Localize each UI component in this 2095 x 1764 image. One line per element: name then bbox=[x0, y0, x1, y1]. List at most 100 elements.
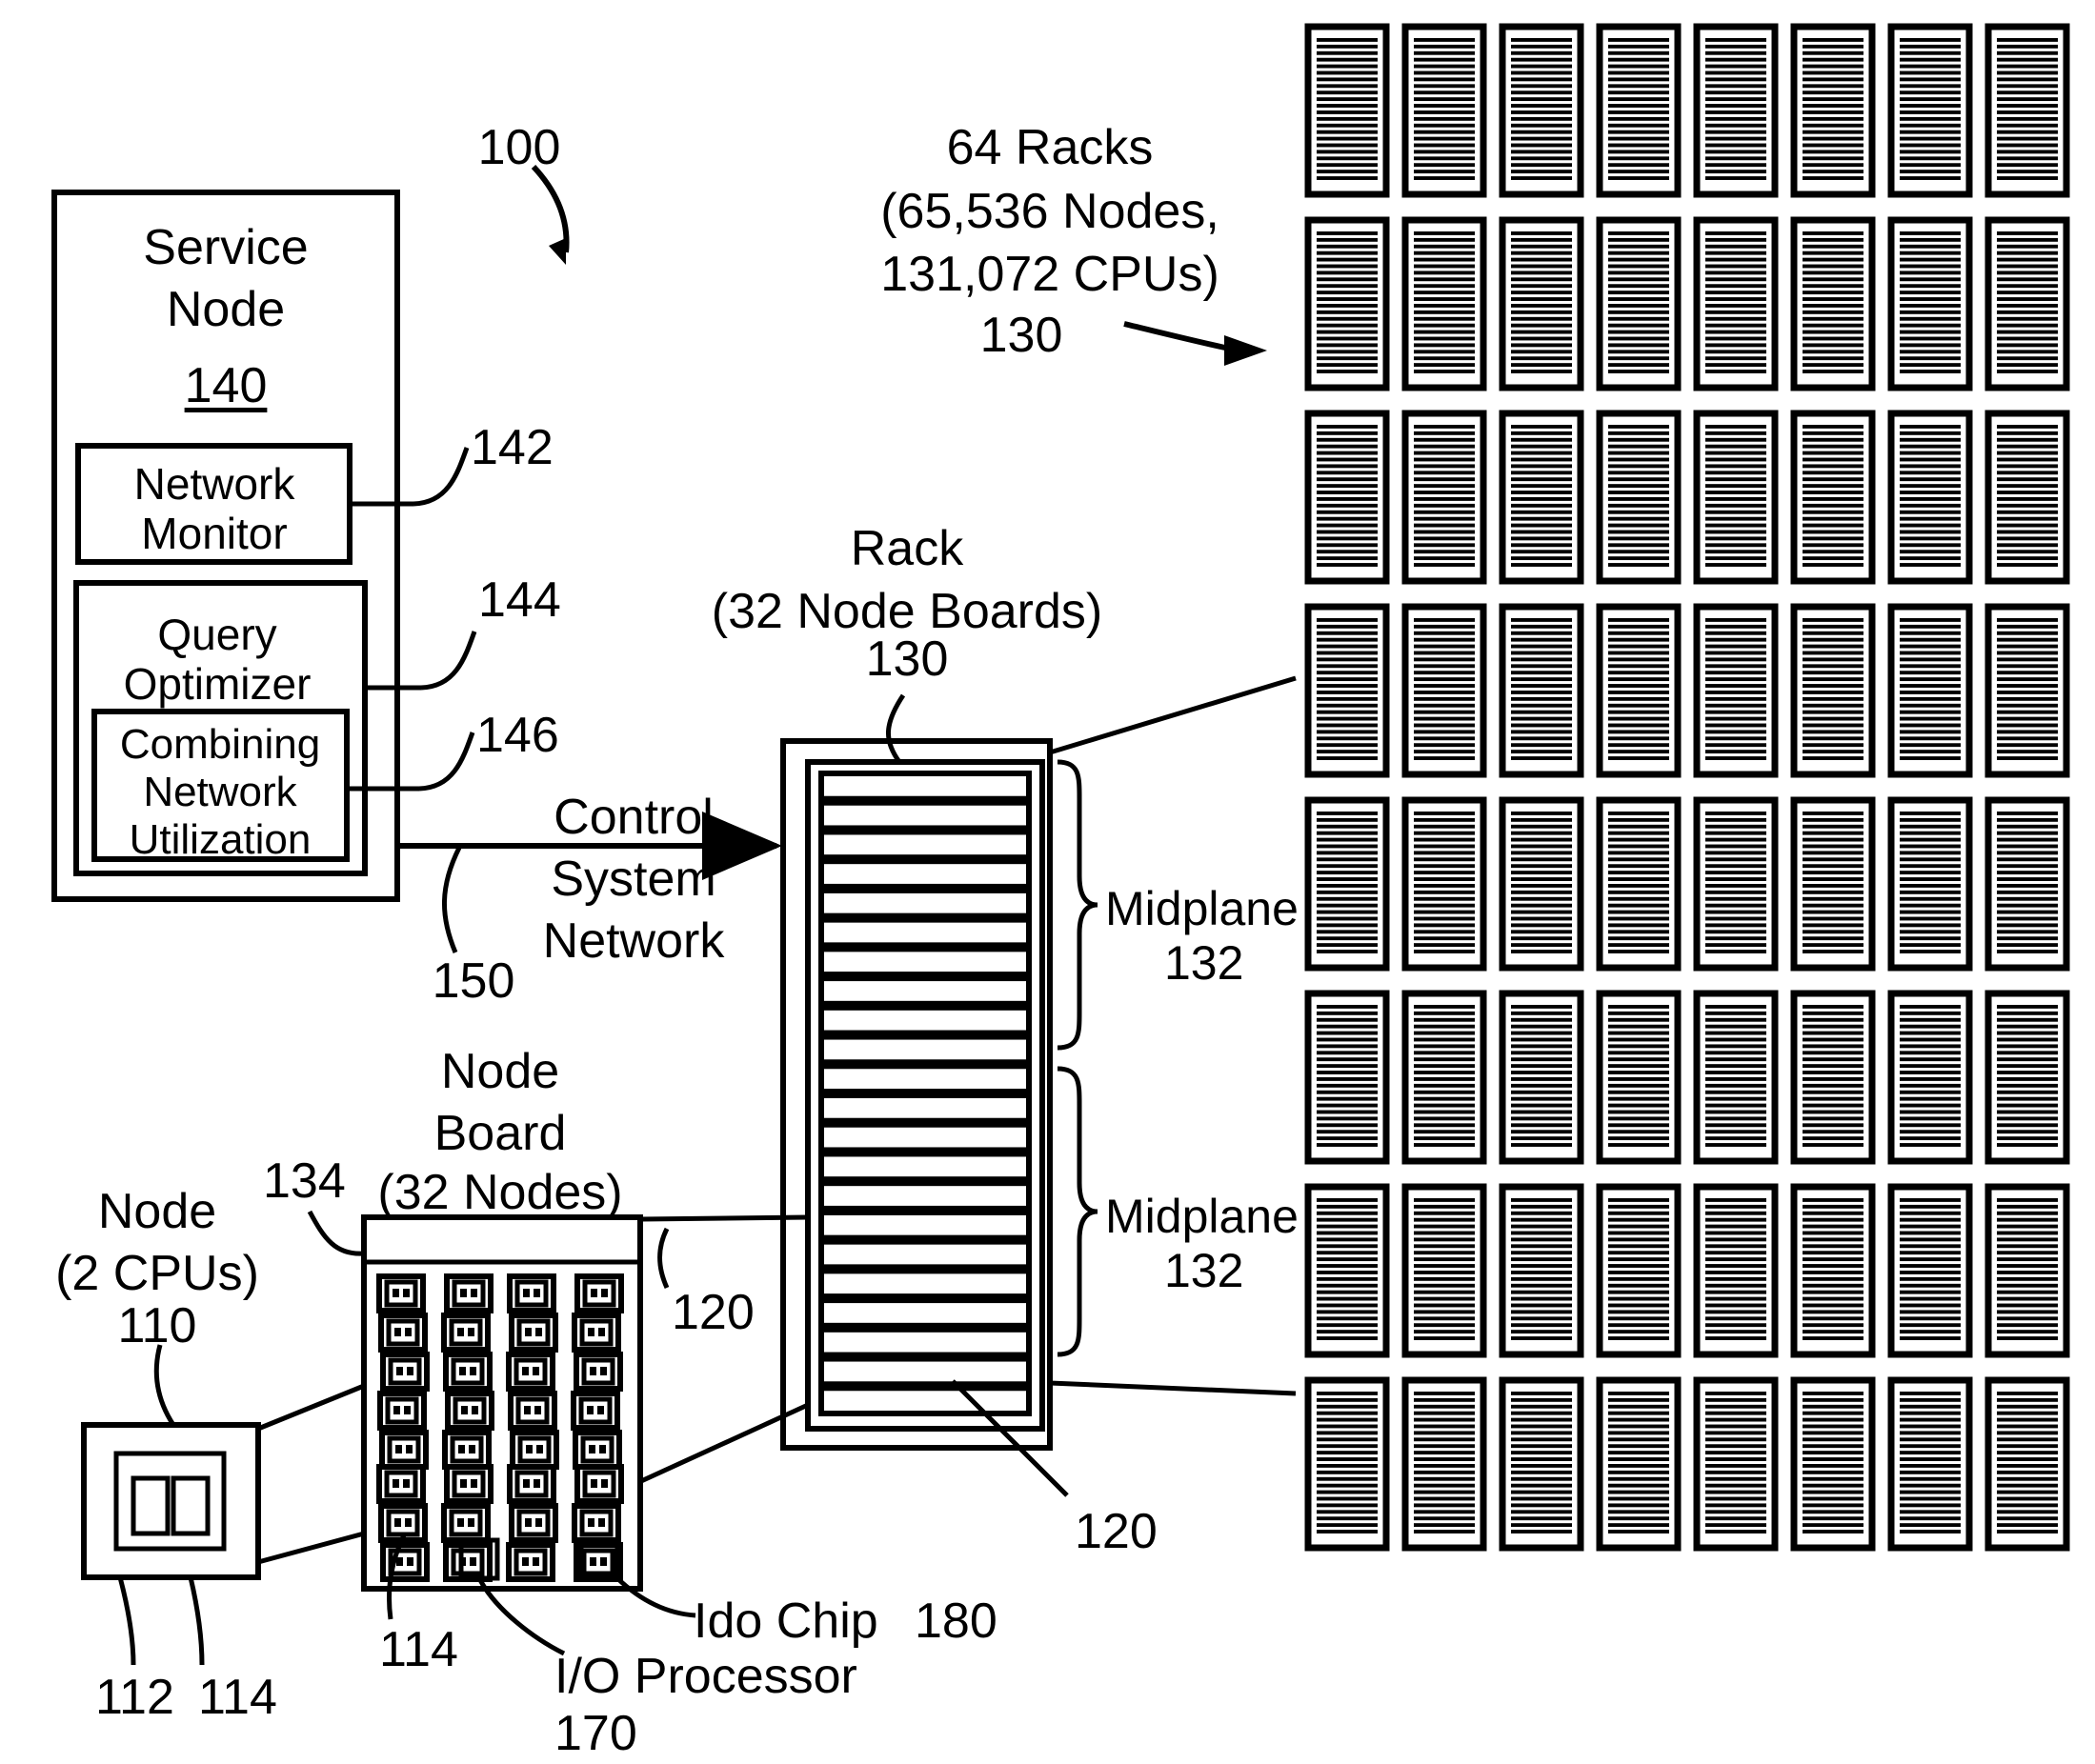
rack-slat bbox=[1997, 857, 2058, 862]
rack-slat bbox=[1414, 750, 1475, 754]
rack-slat bbox=[1511, 104, 1572, 108]
rack-slat bbox=[1608, 1330, 1669, 1334]
node-chip-cpu-1 bbox=[393, 1406, 400, 1414]
rack-slat bbox=[1997, 1476, 2058, 1481]
rack-slat bbox=[1511, 1051, 1572, 1055]
node-chip-cpu-2 bbox=[600, 1557, 607, 1566]
rack-slat bbox=[1705, 1523, 1766, 1528]
rack-slat bbox=[1317, 503, 1378, 508]
rack-slat bbox=[1803, 743, 1863, 748]
node-chip-cpu-1 bbox=[591, 1289, 597, 1297]
rack-slat bbox=[1414, 1051, 1475, 1055]
rack-slat bbox=[1317, 631, 1378, 635]
rack-slat bbox=[1317, 923, 1378, 928]
rack-slat bbox=[1997, 543, 2058, 548]
rack-slat bbox=[1997, 1264, 2058, 1268]
rack-slat bbox=[1414, 923, 1475, 928]
rack-slat bbox=[1705, 264, 1766, 269]
node-chip-cpu-1 bbox=[395, 1445, 402, 1453]
rack-slat bbox=[1608, 730, 1669, 734]
rack-slat bbox=[1997, 1483, 2058, 1488]
rack-slat bbox=[1317, 644, 1378, 649]
node-board-node-grid bbox=[376, 1273, 624, 1582]
rack-slat bbox=[1414, 930, 1475, 934]
rack-slat bbox=[1511, 550, 1572, 554]
rack-slat bbox=[1608, 510, 1669, 514]
rack-slat bbox=[1803, 1064, 1863, 1069]
node-board-slot bbox=[818, 829, 1032, 861]
rack-slat bbox=[1803, 437, 1863, 442]
rack-slat bbox=[1705, 716, 1766, 721]
rack-slat bbox=[1900, 736, 1961, 741]
rack-slat bbox=[1900, 950, 1961, 953]
rack-slat bbox=[1608, 130, 1669, 134]
rack-slat bbox=[1997, 1123, 2058, 1128]
rack-slat bbox=[1705, 1283, 1766, 1288]
rack-slat bbox=[1414, 1257, 1475, 1262]
rack-slat bbox=[1608, 563, 1669, 567]
rack-slat bbox=[1705, 1110, 1766, 1114]
rack-slat bbox=[1900, 264, 1961, 269]
rack-slat bbox=[1705, 923, 1766, 928]
rack-slat bbox=[1511, 136, 1572, 141]
node-chip-inner bbox=[582, 1470, 616, 1498]
rack-slat bbox=[1414, 644, 1475, 649]
rack-slat bbox=[1414, 812, 1475, 815]
rack-slat bbox=[1511, 1397, 1572, 1402]
rack-slat bbox=[1803, 491, 1863, 494]
rack-slat bbox=[1511, 1143, 1572, 1147]
rack-slat bbox=[1997, 750, 2058, 754]
rack-slat bbox=[1511, 50, 1572, 55]
rack-slat bbox=[1803, 1417, 1863, 1422]
rack-slat bbox=[1317, 1290, 1378, 1294]
rack-slat bbox=[1997, 657, 2058, 662]
rack-slat bbox=[1900, 90, 1961, 95]
rack-slat bbox=[1997, 304, 2058, 308]
rack-slat bbox=[1705, 1204, 1766, 1209]
racks-cluster-ref: 130 bbox=[979, 308, 1063, 363]
rack-slat bbox=[1414, 437, 1475, 442]
rack-slat bbox=[1803, 1336, 1863, 1340]
rack-slat bbox=[1705, 1470, 1766, 1474]
rack-slat bbox=[1803, 77, 1863, 82]
rack-slat bbox=[1317, 884, 1378, 888]
rack-slat bbox=[1414, 1476, 1475, 1481]
rack-slat bbox=[1414, 1392, 1475, 1395]
rack-slat bbox=[1317, 1217, 1378, 1222]
rack-slat bbox=[1803, 1503, 1863, 1508]
rack-slat bbox=[1997, 1096, 2058, 1101]
rack-slat bbox=[1900, 1077, 1961, 1081]
rack-slat bbox=[1414, 950, 1475, 953]
rack-slat bbox=[1997, 743, 2058, 748]
rack-slat bbox=[1317, 497, 1378, 501]
node-chip-cpu-1 bbox=[526, 1445, 533, 1453]
rack-slat bbox=[1900, 1392, 1961, 1395]
rack-slat bbox=[1414, 277, 1475, 282]
rack-slat bbox=[1803, 943, 1863, 948]
rack-cluster-grid bbox=[1304, 23, 2070, 1552]
rack-slat bbox=[1414, 104, 1475, 108]
rack-slat bbox=[1511, 1116, 1572, 1121]
rack-slat bbox=[1414, 244, 1475, 249]
query-optimizer-line2: Optimizer bbox=[123, 659, 312, 709]
rack-slat bbox=[1511, 896, 1572, 901]
rack-slat bbox=[1997, 1470, 2058, 1474]
rack-slat bbox=[1900, 936, 1961, 941]
rack-slat bbox=[1900, 1424, 1961, 1429]
rack-slat bbox=[1900, 877, 1961, 881]
rack-slat bbox=[1900, 1130, 1961, 1134]
rack-slat bbox=[1511, 370, 1572, 373]
rack-slat bbox=[1997, 1251, 2058, 1255]
rack-slat bbox=[1997, 1017, 2058, 1022]
rack-slat bbox=[1705, 1064, 1766, 1069]
leader-134 bbox=[307, 1210, 365, 1256]
rack-slat bbox=[1997, 556, 2058, 561]
rack-slat bbox=[1317, 916, 1378, 921]
rack-slat bbox=[1317, 323, 1378, 328]
rack-slat bbox=[1608, 1510, 1669, 1514]
node-chip-inner bbox=[452, 1279, 486, 1308]
rack-slat bbox=[1997, 444, 2058, 449]
rack-slat bbox=[1900, 284, 1961, 289]
node-chip-cpu-1 bbox=[458, 1445, 465, 1453]
rack-slat bbox=[1997, 464, 2058, 469]
